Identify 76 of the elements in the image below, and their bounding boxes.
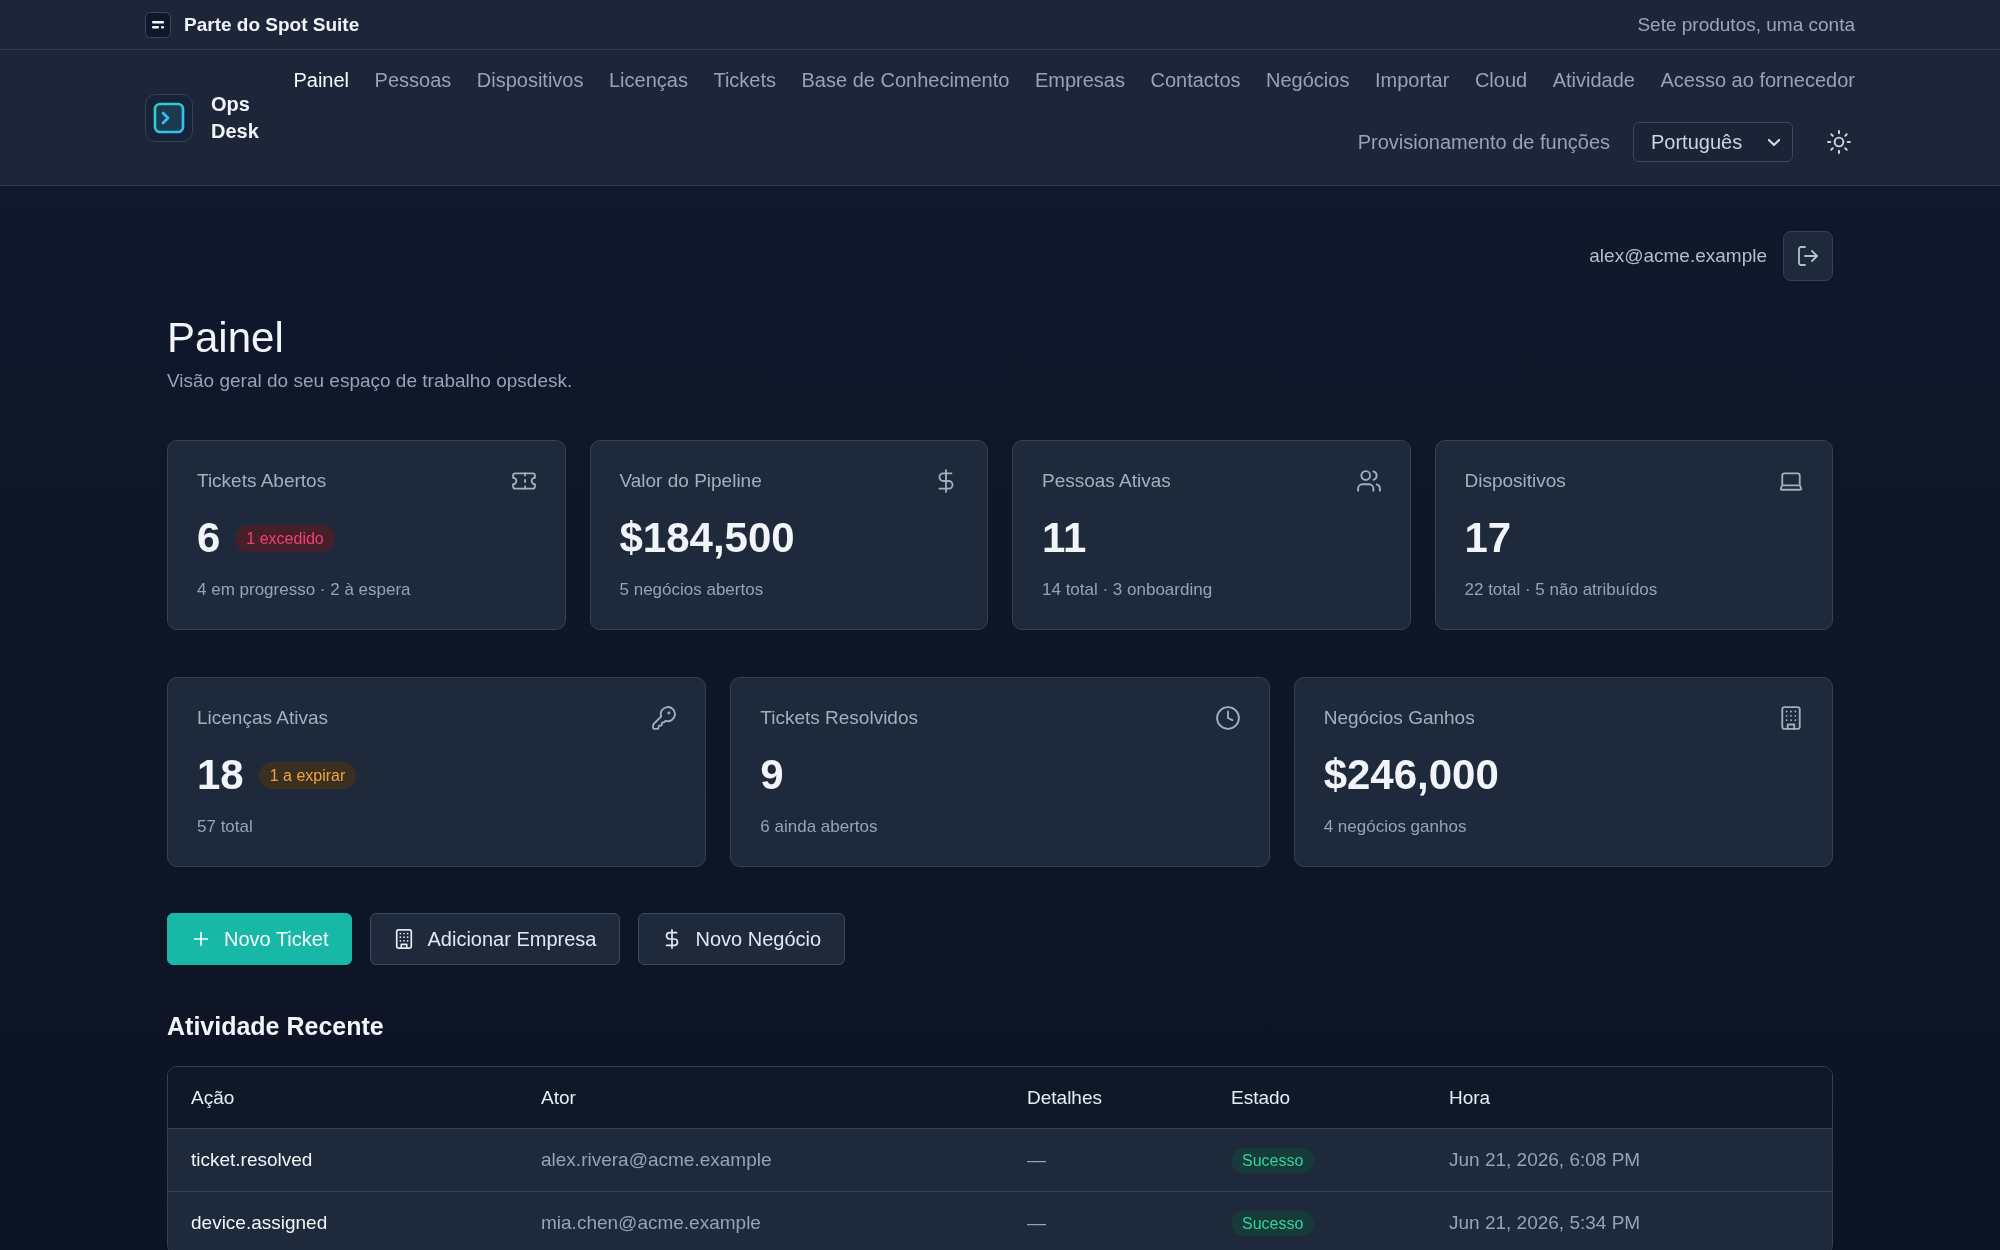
stat-value: 17 <box>1464 513 1512 563</box>
nav-link[interactable]: Base de Conhecimento <box>801 66 1010 94</box>
status-badge: Sucesso <box>1231 1147 1315 1173</box>
nav-link[interactable]: Acesso ao fornecedor <box>1660 66 1855 94</box>
stat-badge: 1 excedido <box>235 524 335 552</box>
nav-link[interactable]: Licenças <box>608 66 688 94</box>
stat-label: Valor do Pipeline <box>619 470 762 492</box>
stat-note: 22 total · 5 não atribuídos <box>1464 579 1659 601</box>
lines-icon <box>145 11 171 38</box>
stat-note: 6 ainda abertos <box>760 816 879 838</box>
page-title: Painel <box>167 313 285 363</box>
nav-link[interactable]: Negócios <box>1266 66 1350 94</box>
brand-name[interactable]: Ops Desk <box>211 90 259 145</box>
table-cell-text: Jun 21, 2026, 6:08 PM <box>1449 1149 1642 1171</box>
sun-icon <box>1827 130 1851 154</box>
stat-value: 11 <box>1042 513 1087 563</box>
suite-title: Parte do Spot Suite <box>184 13 360 36</box>
stat-value: 18 <box>197 750 244 800</box>
nav-link[interactable]: Provisionamento de funções <box>1357 128 1610 156</box>
nav-link[interactable]: Pessoas <box>374 66 452 94</box>
building-icon <box>1779 706 1803 730</box>
table-cell-text: mia.chen@acme.example <box>541 1212 762 1234</box>
table-cell-text: — <box>1027 1212 1047 1234</box>
stat-value: $184,500 <box>619 513 795 563</box>
building-icon <box>394 929 415 949</box>
user-email: alex@acme.example <box>1589 245 1767 267</box>
ticket-icon <box>511 469 536 493</box>
stat-note: 14 total · 3 onboarding <box>1042 579 1214 601</box>
page-subtitle: Visão geral do seu espaço de trabalho opsdesk. <box>167 369 574 393</box>
laptop-icon <box>1779 469 1803 493</box>
stat-note: 4 em progresso · 2 à espera <box>197 579 412 601</box>
stat-label: Tickets Resolvidos <box>760 707 918 729</box>
logout-button[interactable] <box>1783 231 1833 281</box>
stat-label: Pessoas Ativas <box>1042 470 1171 492</box>
stat-value: 6 <box>197 513 221 563</box>
table-cell-text: alex.rivera@acme.example <box>541 1149 773 1171</box>
nav-link[interactable]: Tickets <box>713 66 776 94</box>
nav-link[interactable]: Contactos <box>1150 66 1241 94</box>
stat-value: $246,000 <box>1323 750 1499 800</box>
stat-note: 57 total <box>197 816 254 838</box>
stat-badge: 1 a expirar <box>258 761 357 789</box>
column-header: Ator <box>541 1086 577 1109</box>
column-header: Ação <box>190 1086 236 1109</box>
column-header: Hora <box>1449 1086 1492 1109</box>
table-cell-text: Jun 21, 2026, 5:34 PM <box>1449 1212 1642 1234</box>
nav-link[interactable]: Cloud <box>1474 66 1528 94</box>
table-cell-text: ticket.resolved <box>190 1149 314 1171</box>
language-select[interactable]: Português <box>1633 122 1793 162</box>
plus-icon <box>191 929 211 949</box>
nav-link[interactable]: Painel <box>293 66 350 94</box>
nav-link[interactable]: Atividade <box>1552 66 1635 94</box>
action-button[interactable]: Adicionar Empresa <box>370 913 621 965</box>
stat-label: Licenças Ativas <box>197 707 328 729</box>
section-title: Atividade Recente <box>167 1011 385 1041</box>
nav-link[interactable]: Importar <box>1374 66 1450 94</box>
stat-label: Tickets Abertos <box>197 470 327 492</box>
clock-icon <box>1215 706 1240 730</box>
stat-note: 5 negócios abertos <box>619 579 765 601</box>
chevron-down-icon <box>1768 138 1780 146</box>
logout-icon <box>1798 246 1818 266</box>
stat-label: Dispositivos <box>1464 470 1566 492</box>
stat-label: Negócios Ganhos <box>1323 707 1475 729</box>
column-header: Detalhes <box>1027 1086 1103 1109</box>
nav-link[interactable]: Dispositivos <box>476 66 584 94</box>
table-cell-text: device.assigned <box>190 1212 329 1234</box>
nav-link[interactable]: Empresas <box>1034 66 1125 94</box>
stat-value: 9 <box>760 750 784 800</box>
column-header: Estado <box>1231 1086 1292 1109</box>
status-badge: Sucesso <box>1231 1210 1315 1236</box>
key-icon <box>652 706 677 730</box>
stat-note: 4 negócios ganhos <box>1323 816 1468 838</box>
table-cell-text: — <box>1027 1149 1047 1171</box>
terminal-icon[interactable] <box>145 93 193 142</box>
users-icon <box>1356 469 1381 493</box>
suite-tagline: Sete produtos, uma conta <box>1637 13 1855 36</box>
action-button[interactable]: Novo Negócio <box>638 913 846 965</box>
